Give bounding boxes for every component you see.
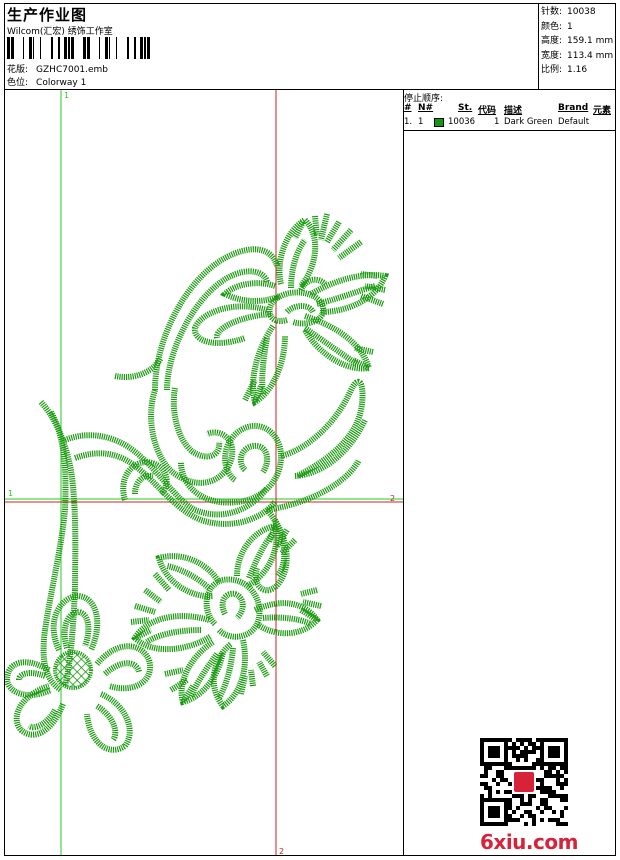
- guide-label-h1: 1: [8, 489, 13, 498]
- row-code: 1: [494, 117, 500, 127]
- stats-panel: 针数: 10038 颜色: 1 高度: 159.1 mm 宽度: 113.4 mm 比例…: [541, 5, 613, 78]
- colorway-value: Colorway 1: [36, 78, 87, 88]
- row-n: 1: [418, 117, 424, 127]
- guide-label-v1: 1: [64, 91, 69, 100]
- page-title: 生产作业图: [7, 6, 88, 24]
- col-brand: Brand: [558, 103, 589, 113]
- header-info: 生产作业图 Wilcom(汇宏) 绣饰工作室 花版: GZHC7001.emb 色…: [5, 4, 539, 89]
- colorway-label: 色位:: [7, 78, 29, 88]
- design-preview: 1 1 2 2: [5, 90, 404, 855]
- col-description: 描述: [504, 106, 523, 116]
- design-label: 花版:: [7, 65, 29, 75]
- row-stitches: 10036: [448, 117, 476, 127]
- color-swatch: [434, 118, 444, 127]
- watermark-logo: 6xiu.com: [480, 830, 578, 854]
- stat-scale: 比例: 1.16: [541, 65, 588, 75]
- col-stitches: St.: [458, 103, 473, 113]
- colorway-row: 色位: Colorway 1: [7, 75, 86, 88]
- guide-label-h2: 2: [390, 494, 395, 503]
- row-index: 1.: [404, 117, 413, 127]
- color-sequence-panel: 停止顺序: # N# St. 代码 描述 Brand 元素 1. 1 10036…: [404, 90, 615, 855]
- stat-stitches: 针数: 10038: [541, 7, 596, 17]
- header: 生产作业图 Wilcom(汇宏) 绣饰工作室 花版: GZHC7001.emb 色…: [5, 4, 615, 90]
- row-description: Dark Green: [504, 117, 553, 127]
- flower-center-fill: [53, 650, 93, 690]
- col-code: 代码: [478, 106, 497, 116]
- production-sheet: 生产作业图 Wilcom(汇宏) 绣饰工作室 花版: GZHC7001.emb 色…: [4, 3, 616, 856]
- table-header: # N# St. 代码 描述 Brand 元素: [404, 103, 615, 116]
- stat-colors: 颜色: 1: [541, 21, 573, 32]
- stat-height: 高度: 159.1 mm: [541, 36, 614, 46]
- col-element: 元素: [593, 106, 612, 116]
- design-file: GZHC7001.emb: [36, 65, 109, 75]
- guide-label-v2: 2: [279, 847, 284, 855]
- design-file-row: 花版: GZHC7001.emb: [7, 62, 108, 75]
- embroidery-design: 1 1 2 2: [5, 90, 403, 855]
- barcode: [7, 37, 150, 59]
- stat-width: 宽度: 113.4 mm: [541, 50, 614, 61]
- table-row: 1. 1 10036 1 Dark Green Default: [404, 117, 615, 129]
- row-brand: Default: [558, 117, 590, 127]
- qr-code: [480, 738, 568, 826]
- table-divider: [404, 130, 615, 131]
- col-index: #: [404, 103, 412, 113]
- col-n: N#: [418, 103, 434, 113]
- company-name: Wilcom(汇宏) 绣饰工作室: [7, 27, 113, 37]
